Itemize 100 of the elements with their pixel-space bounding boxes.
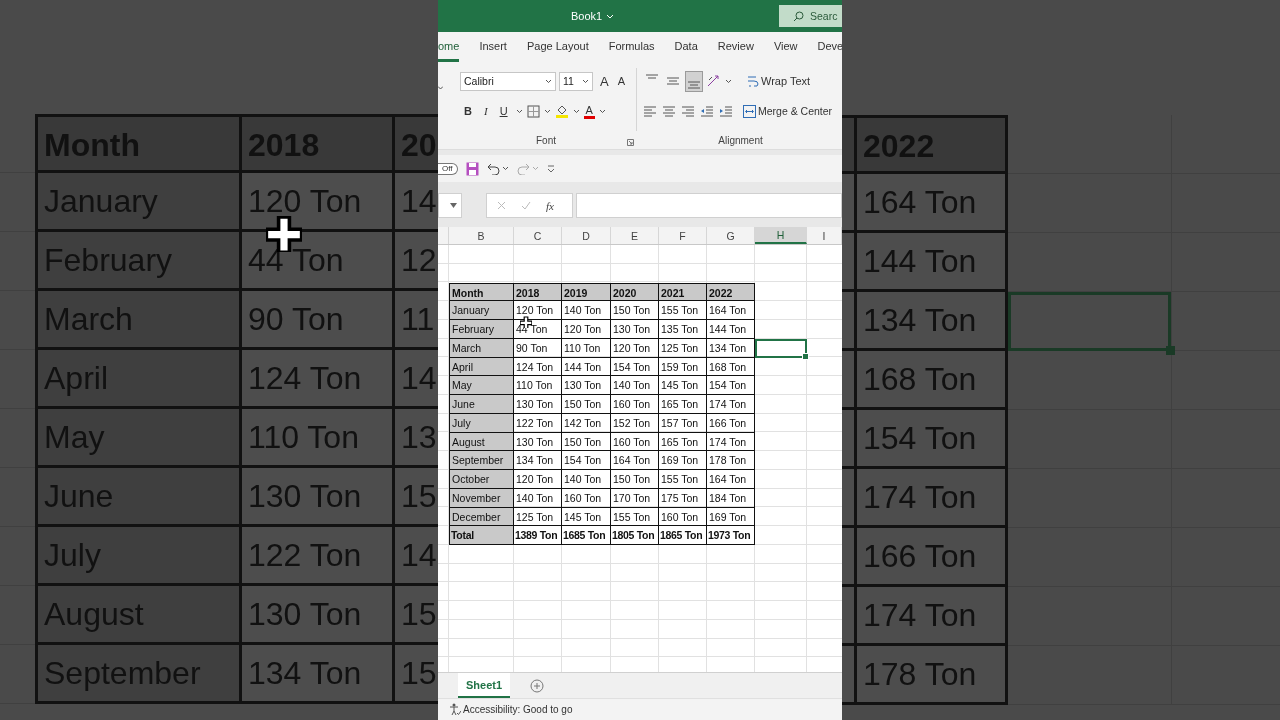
table-cell: January	[449, 301, 514, 320]
decrease-indent-icon[interactable]	[700, 104, 714, 118]
table-cell: 134 Ton	[857, 292, 1008, 351]
column-header[interactable]: D	[562, 227, 611, 244]
italic-button[interactable]: I	[479, 101, 492, 121]
save-icon[interactable]	[465, 161, 479, 176]
table-cell: 110 Ton	[514, 376, 562, 395]
table-cell: June	[449, 395, 514, 414]
bold-button[interactable]: B	[460, 101, 476, 121]
table-cell: 2018	[514, 282, 562, 302]
sheet-tab[interactable]: Sheet1	[458, 673, 511, 698]
column-header[interactable]: E	[611, 227, 659, 244]
table-cell	[842, 174, 857, 233]
wrap-text-button[interactable]: Wrap Text	[745, 71, 813, 91]
underline-button[interactable]: U	[495, 101, 512, 121]
font-color-button[interactable]: A	[583, 103, 595, 119]
table-cell: 164 Ton	[611, 451, 659, 470]
align-left-icon[interactable]	[643, 104, 657, 118]
table-cell: 135 Ton	[659, 320, 707, 339]
table-cell: 160 Ton	[659, 507, 707, 527]
caret-icon	[515, 108, 523, 114]
name-box[interactable]	[438, 193, 462, 218]
grow-font-button[interactable]: A	[598, 71, 611, 91]
redo-icon[interactable]	[516, 162, 530, 175]
borders-icon	[526, 104, 540, 118]
table-cell: 145 Ton	[562, 507, 611, 527]
table-cell: 120 Ton	[514, 470, 562, 489]
insert-function-button[interactable]: fx	[546, 199, 554, 212]
column-header[interactable]: C	[514, 227, 562, 244]
table-cell: 165 Ton	[659, 395, 707, 414]
ribbon-tab[interactable]: Data	[674, 32, 698, 62]
table-cell: 165 Ton	[659, 432, 707, 452]
table-cell: 140 Ton	[562, 301, 611, 320]
table-cell: 178 Ton	[707, 451, 755, 470]
workbook-title[interactable]: Book1	[565, 9, 621, 23]
table-cell: 134 Ton	[707, 338, 755, 358]
table-cell: 170 Ton	[611, 488, 659, 508]
table-cell: 154 Ton	[562, 451, 611, 470]
selected-cell[interactable]	[755, 338, 807, 358]
table-cell: 150 Ton	[562, 395, 611, 414]
group-label: Font	[536, 135, 556, 146]
table-cell: 142 Ton	[562, 413, 611, 433]
table-cell: 144 Ton	[562, 357, 611, 377]
status-text: Accessibility: Good to go	[463, 704, 573, 715]
table-cell: 125 Ton	[514, 507, 562, 527]
search-field[interactable]: Searc	[779, 5, 842, 27]
dialog-launcher-icon	[627, 139, 634, 146]
table-cell: 120 Ton	[562, 320, 611, 339]
font-size-field[interactable]: 11	[559, 71, 593, 91]
table-cell: 2022	[707, 282, 755, 302]
undo-icon[interactable]	[486, 162, 500, 175]
customize-icon[interactable]	[546, 164, 555, 173]
table-cell: 1865 Ton	[659, 526, 707, 545]
table-cell: 152 Ton	[611, 413, 659, 433]
table-cell: 130 Ton	[242, 586, 395, 645]
font-name-field[interactable]: Calibri	[460, 71, 556, 91]
increase-indent-icon[interactable]	[719, 104, 733, 118]
table-cell: 2021	[659, 282, 707, 302]
table-cell: 122 Ton	[514, 413, 562, 433]
table-cell: 2020	[611, 282, 659, 302]
autosave-toggle[interactable]: Off	[438, 162, 458, 175]
align-center-icon[interactable]	[662, 104, 676, 118]
caret-icon	[598, 108, 606, 114]
add-sheet-icon[interactable]	[530, 678, 545, 693]
table-cell: 174 Ton	[857, 469, 1008, 528]
ribbon-tab[interactable]: Insert	[479, 32, 507, 62]
table-cell: September	[449, 451, 514, 470]
table-cell: 130 Ton	[242, 468, 395, 527]
enter-icon[interactable]	[521, 201, 531, 210]
table-cell: 159 Ton	[659, 357, 707, 377]
ribbon-tab[interactable]: Deve	[817, 32, 842, 62]
table-cell: October	[449, 470, 514, 489]
formula-input[interactable]	[576, 193, 842, 218]
shrink-font-button[interactable]: A	[615, 71, 627, 91]
caret-icon	[501, 166, 509, 171]
column-header[interactable]: B	[449, 227, 514, 244]
cancel-icon[interactable]	[497, 201, 506, 210]
table-cell: 166 Ton	[707, 413, 755, 433]
caret-icon	[531, 166, 539, 171]
table-cell: 1389 Ton	[514, 526, 562, 545]
merge-center-button[interactable]: Merge & Center	[741, 101, 835, 121]
ribbon-tab[interactable]: Review	[717, 32, 754, 62]
table-cell: 110 Ton	[242, 409, 395, 468]
table-cell	[842, 115, 857, 174]
table-cell: 120 Ton	[611, 338, 659, 358]
align-right-icon[interactable]	[681, 104, 695, 118]
bottom-align-icon[interactable]	[685, 70, 703, 92]
table-cell: 155 Ton	[611, 507, 659, 527]
column-header[interactable]: F	[659, 227, 707, 244]
ribbon-tab[interactable]: Page Layout	[526, 32, 589, 62]
table-cell: 164 Ton	[707, 301, 755, 320]
table-cell: 154 Ton	[611, 357, 659, 377]
table-cell: 150 Ton	[611, 301, 659, 320]
ribbon-tab[interactable]: Formulas	[608, 32, 655, 62]
group-label: Alignment	[718, 135, 763, 146]
column-header[interactable]: H	[755, 227, 807, 244]
table-cell: 154 Ton	[707, 376, 755, 395]
table-cell: 168 Ton	[857, 351, 1008, 410]
ribbon-tab[interactable]: View	[773, 32, 798, 62]
table-cell: 1973 Ton	[707, 526, 755, 545]
